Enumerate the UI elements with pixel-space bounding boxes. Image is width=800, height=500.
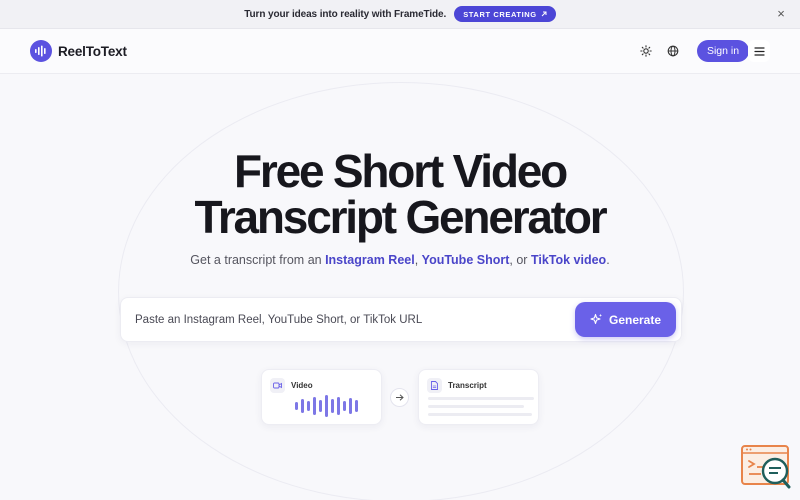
language-button[interactable] (664, 42, 682, 60)
soundwave-graphic (295, 395, 358, 417)
hero-subtitle: Get a transcript from an Instagram Reel,… (0, 253, 800, 267)
chat-support-widget[interactable] (741, 445, 791, 489)
arrow-connector (390, 388, 409, 407)
globe-icon (667, 45, 679, 57)
tiktok-video-link[interactable]: TikTok video (531, 253, 606, 267)
brand-name: ReelToText (58, 43, 127, 59)
document-icon (427, 378, 442, 393)
transcript-card-label: Transcript (448, 381, 487, 390)
generate-label: Generate (608, 312, 662, 327)
subtitle-separator-1: , (414, 253, 422, 267)
close-icon: × (777, 6, 785, 21)
soundwave-logo-icon (30, 40, 52, 62)
menu-icon (753, 46, 765, 56)
youtube-short-link[interactable]: YouTube Short (422, 253, 510, 267)
theme-toggle-button[interactable] (637, 42, 655, 60)
arrow-up-right-icon (541, 11, 547, 17)
announcement-bar: Turn your ideas into reality with FrameT… (0, 0, 800, 29)
instagram-reel-link[interactable]: Instagram Reel (325, 253, 415, 267)
site-header: ReelToText Sign in (0, 29, 800, 74)
video-card: Video (261, 369, 382, 425)
page-title: Free Short Video Transcript Generator (0, 148, 800, 240)
chat-search-icon (741, 445, 791, 489)
start-creating-label: START CREATING (463, 9, 537, 19)
generate-button[interactable]: Generate (575, 302, 676, 337)
video-camera-icon (270, 378, 285, 393)
video-card-label: Video (291, 381, 313, 390)
menu-button[interactable] (748, 40, 770, 62)
video-url-input[interactable] (135, 311, 565, 329)
subtitle-prefix: Get a transcript from an (190, 253, 326, 267)
transcript-line (428, 413, 532, 416)
announcement-text: Turn your ideas into reality with FrameT… (244, 8, 447, 20)
transcript-line (428, 397, 534, 400)
subtitle-suffix: . (606, 253, 610, 267)
transcript-card: Transcript (418, 369, 539, 425)
sparkle-icon (590, 313, 603, 325)
title-line-1: Free Short Video (233, 145, 568, 197)
start-creating-button[interactable]: START CREATING (454, 6, 556, 22)
sun-icon (640, 45, 652, 57)
brand-logo-link[interactable]: ReelToText (30, 40, 127, 62)
sign-in-button[interactable]: Sign in (697, 40, 749, 62)
arrow-right-icon (396, 394, 404, 401)
subtitle-separator-2: , or (509, 253, 531, 267)
title-line-2: Transcript Generator (194, 191, 607, 243)
close-announcement-button[interactable]: × (774, 7, 788, 21)
transcript-line (428, 405, 524, 408)
